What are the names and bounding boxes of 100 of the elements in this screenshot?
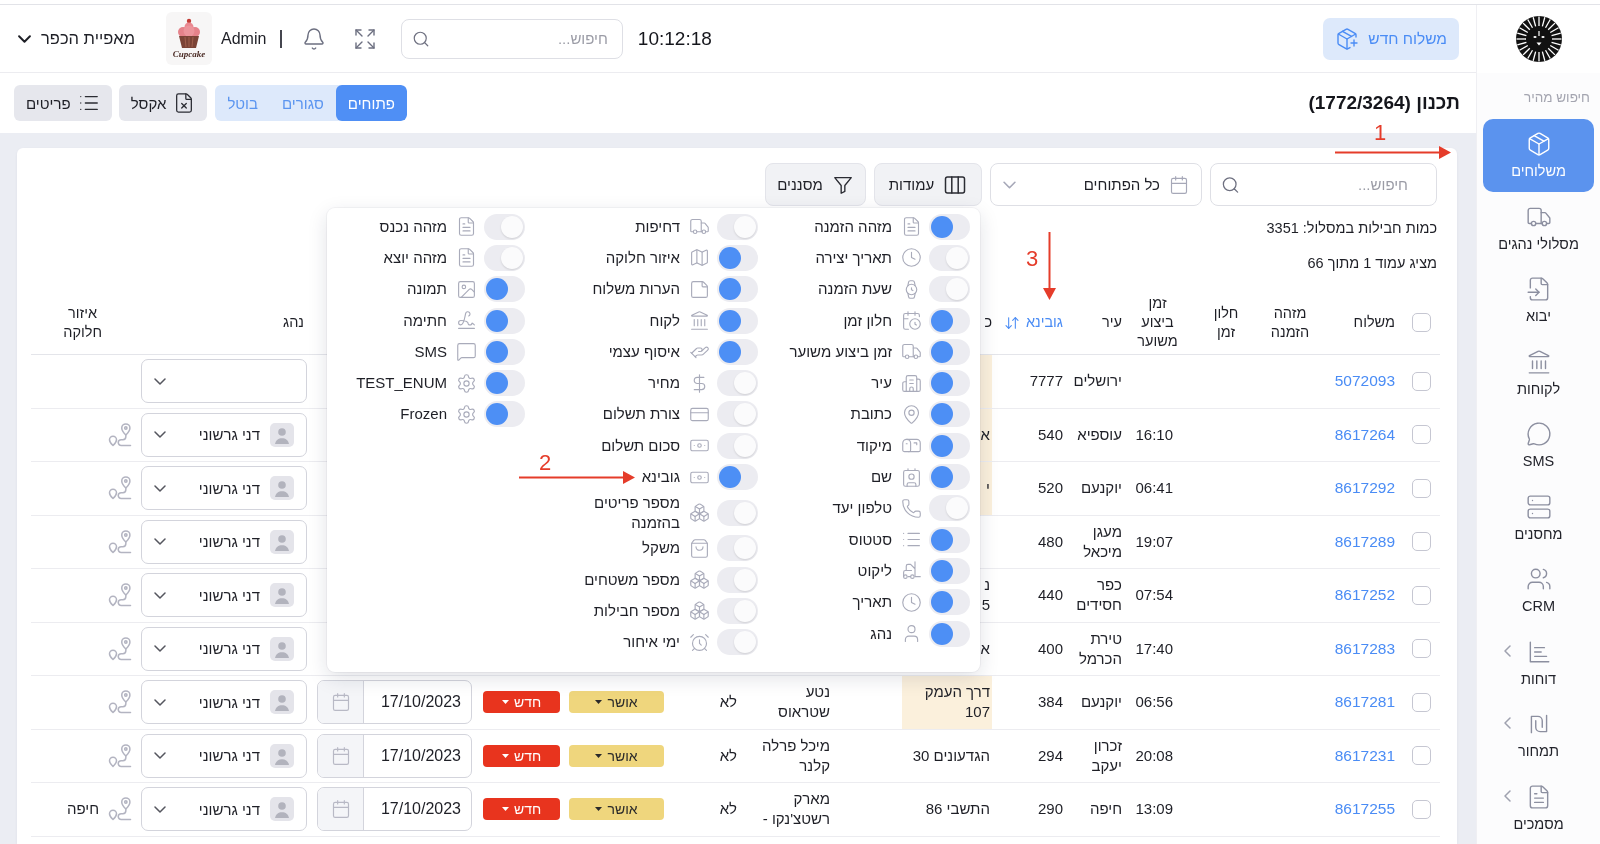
column-option-label[interactable]: חתימה (403, 310, 447, 331)
column-option-label[interactable]: SMS (414, 341, 447, 362)
column-option-label[interactable]: מספר חבילות (593, 600, 680, 621)
column-option-label[interactable]: ימי איחור (623, 632, 680, 653)
column-header[interactable]: מזהה הזמנה (1270, 303, 1310, 342)
toggle-knob[interactable] (931, 372, 953, 395)
route-icon[interactable] (106, 634, 134, 663)
column-option-label[interactable]: ליקוט (857, 560, 892, 581)
toggle-knob[interactable] (734, 599, 756, 622)
toggle-knob[interactable] (486, 372, 508, 395)
column-toggle[interactable] (717, 213, 758, 240)
toggle-knob[interactable] (931, 528, 953, 551)
route-icon[interactable] (106, 741, 134, 770)
row-checkbox[interactable] (1412, 799, 1431, 819)
logo-icon[interactable] (1515, 16, 1562, 62)
row-checkbox[interactable] (1412, 425, 1431, 445)
column-toggle[interactable] (717, 276, 758, 303)
column-option-label[interactable]: נהג (870, 623, 892, 644)
sidebar-item[interactable]: CRM (1483, 554, 1594, 627)
toggle-knob[interactable] (486, 278, 508, 301)
route-icon[interactable] (106, 420, 134, 449)
sidebar-item[interactable]: יבוא (1483, 264, 1594, 337)
toggle-knob[interactable] (486, 403, 508, 426)
toggle-knob[interactable] (734, 215, 756, 238)
toggle-knob[interactable] (931, 622, 953, 645)
company-selector[interactable]: מאפיית הכפר (18, 29, 135, 48)
column-toggle[interactable] (929, 307, 970, 334)
column-toggle[interactable] (929, 620, 970, 647)
sidebar-item[interactable]: מחסנים (1483, 481, 1594, 554)
toggle-knob[interactable] (719, 309, 741, 332)
column-option-label[interactable]: מספר משטחים (584, 569, 680, 590)
column-option-label[interactable]: מזהה יוצא (383, 247, 447, 268)
range-dropdown[interactable]: כל הפתוחים (990, 163, 1202, 206)
driver-select[interactable] (141, 359, 307, 404)
column-toggle[interactable] (929, 338, 970, 365)
column-option-label[interactable]: Frozen (400, 404, 447, 425)
column-option-label[interactable]: משקל (642, 538, 680, 559)
column-toggle[interactable] (717, 338, 758, 365)
toggle-knob[interactable] (486, 340, 508, 363)
route-icon[interactable] (106, 527, 134, 556)
column-option-label[interactable]: צורת תשלום (602, 404, 680, 425)
row-checkbox[interactable] (1412, 371, 1431, 391)
status-dropdown[interactable]: חדש (483, 744, 560, 767)
column-option-label[interactable]: תאריך (852, 592, 892, 613)
column-option-label[interactable]: TEST_ENUM (356, 373, 447, 394)
column-toggle[interactable] (929, 213, 970, 240)
toggle-knob[interactable] (931, 559, 953, 582)
column-toggle[interactable] (929, 589, 970, 616)
column-option-label[interactable]: דחיפות (635, 216, 680, 237)
column-toggle[interactable] (929, 464, 970, 490)
date-field[interactable]: 17/10/2023 (317, 680, 472, 725)
column-header[interactable]: זמן ביצוע משוער (1137, 294, 1178, 351)
column-option-label[interactable]: כתובת (850, 404, 892, 425)
column-toggle[interactable] (717, 464, 758, 490)
toggle-knob[interactable] (734, 372, 756, 395)
column-option-label[interactable]: תאריך יצירה (815, 247, 892, 268)
toggle-knob[interactable] (719, 466, 741, 488)
toggle-knob[interactable] (486, 309, 508, 332)
action-button[interactable]: פריטים (14, 85, 112, 121)
column-header[interactable]: חלון זמן (1213, 303, 1239, 342)
column-toggle[interactable] (717, 629, 758, 656)
toggle-knob[interactable] (734, 631, 756, 654)
column-toggle[interactable] (929, 370, 970, 397)
column-option-label[interactable]: שעת הזמנה (818, 279, 892, 300)
column-toggle[interactable] (484, 276, 525, 303)
row-checkbox[interactable] (1412, 478, 1431, 498)
column-option-label[interactable]: סטטוס (848, 529, 892, 550)
column-option-label[interactable]: מזהה נכנס (379, 216, 447, 237)
column-header[interactable]: כ (984, 313, 992, 332)
column-header[interactable]: איזור חלוקה (63, 303, 102, 342)
driver-select[interactable]: דני גרשוני (141, 519, 307, 564)
column-toggle[interactable] (717, 244, 758, 271)
toggle-knob[interactable] (734, 403, 756, 426)
fullscreen-icon[interactable] (352, 26, 377, 51)
column-toggle[interactable] (717, 499, 758, 526)
status-dropdown[interactable]: אושר (569, 691, 664, 714)
column-toggle[interactable] (929, 244, 970, 271)
toggle-knob[interactable] (931, 466, 953, 488)
user-name[interactable]: Admin (221, 29, 267, 48)
toggle-knob[interactable] (931, 434, 953, 457)
column-toggle[interactable] (929, 526, 970, 553)
driver-select[interactable]: דני גרשוני (141, 733, 307, 778)
column-header[interactable]: משלוח (1353, 313, 1395, 332)
column-toggle[interactable] (484, 244, 525, 271)
column-option-label[interactable]: איסוף עצמי (608, 341, 680, 362)
column-toggle[interactable] (717, 307, 758, 334)
driver-select[interactable]: דני גרשוני (141, 626, 307, 671)
column-toggle[interactable] (929, 401, 970, 428)
column-option-label[interactable]: מחיר (647, 373, 680, 394)
toggle-knob[interactable] (931, 340, 953, 363)
row-checkbox[interactable] (1412, 746, 1431, 766)
filters-button[interactable]: מסננים (765, 163, 866, 206)
toggle-knob[interactable] (734, 434, 756, 457)
column-toggle[interactable] (717, 370, 758, 397)
column-option-label[interactable]: הערות משלוח (592, 279, 680, 300)
calendar-button[interactable] (318, 788, 364, 831)
status-dropdown[interactable]: אושר (569, 798, 664, 821)
toggle-knob[interactable] (946, 278, 968, 301)
columns-button[interactable]: עמודות (874, 163, 982, 206)
driver-select[interactable]: דני גרשוני (141, 573, 307, 618)
